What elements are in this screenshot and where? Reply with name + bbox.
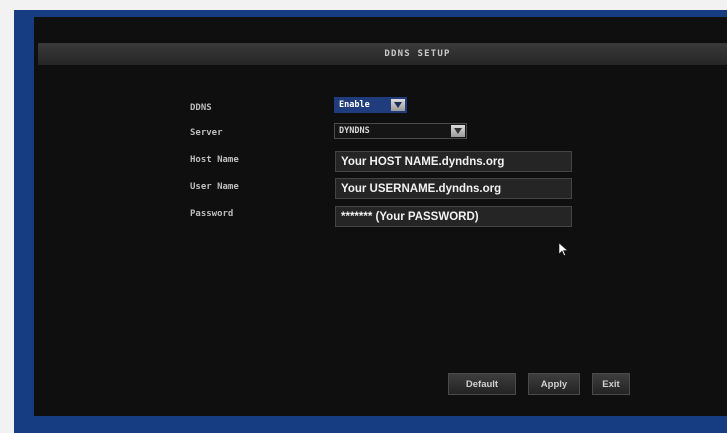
user-name-field[interactable]: Your USERNAME.dyndns.org [335, 178, 572, 199]
default-button[interactable]: Default [448, 373, 516, 395]
dialog-title: DDNS SETUP [384, 49, 451, 59]
apply-button[interactable]: Apply [528, 373, 580, 395]
dropdown-arrow-icon[interactable] [451, 125, 465, 137]
dropdown-arrow-icon[interactable] [391, 99, 405, 111]
ddns-label: DDNS [190, 103, 212, 113]
monitor-frame: DDNS SETUP DDNS Enable Server DYNDNS Hos… [14, 10, 727, 433]
host-name-field[interactable]: Your HOST NAME.dyndns.org [335, 151, 572, 172]
ddns-value: Enable [339, 100, 370, 110]
server-value: DYNDNS [339, 126, 370, 136]
mouse-pointer-icon [559, 243, 568, 256]
host-name-label: Host Name [190, 155, 239, 165]
ddns-select[interactable]: Enable [334, 97, 407, 113]
password-field[interactable]: ******* (Your PASSWORD) [335, 206, 572, 227]
user-name-label: User Name [190, 182, 239, 192]
password-label: Password [190, 209, 234, 219]
server-label: Server [190, 128, 223, 138]
dvr-screen: DDNS SETUP DDNS Enable Server DYNDNS Hos… [34, 17, 727, 416]
title-bar: DDNS SETUP [38, 43, 727, 65]
exit-button[interactable]: Exit [592, 373, 630, 395]
server-select[interactable]: DYNDNS [334, 123, 467, 139]
